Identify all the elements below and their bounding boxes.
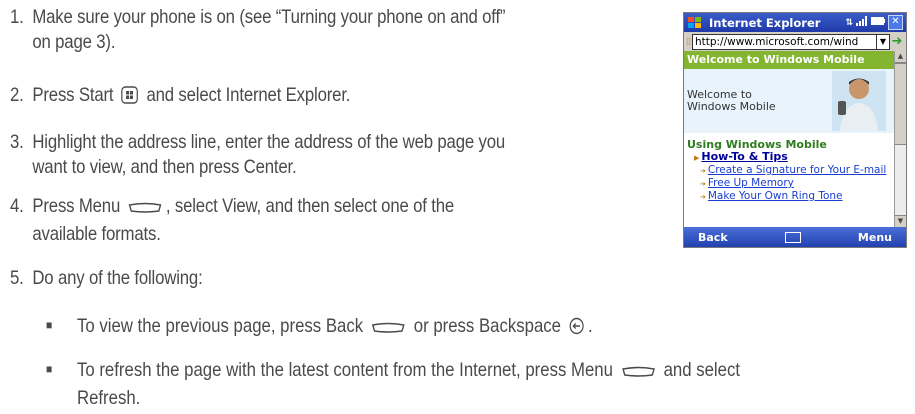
backspace-key-icon: [569, 317, 584, 342]
hero-section: Welcome to Windows Mobile: [684, 69, 894, 133]
link-label: Make Your Own Ring Tone: [707, 190, 843, 202]
softkey-bar: Back Menu: [684, 227, 906, 247]
scroll-down-icon[interactable]: ▼: [895, 215, 906, 227]
manual-page: 1. Make sure your phone is on (see “Turni…: [0, 0, 915, 414]
status-icons: ⇅ ✕: [845, 15, 903, 30]
step-text: Do any of the following:: [32, 267, 203, 289]
link-label: Create a Signature for Your E-mail: [707, 164, 887, 176]
step-text: Press Start: [32, 84, 114, 106]
menu-softkey-icon: [621, 361, 655, 386]
step-4: 4. Press Menu , select View, and then sel…: [10, 194, 454, 247]
page-icon: ▯: [686, 36, 691, 47]
step-number: 4.: [10, 195, 24, 217]
step-text-cont: available formats.: [32, 223, 161, 245]
step-2: 2. Press Start and select Internet Explor…: [10, 83, 350, 111]
link-memory[interactable]: ➔ Free Up Memory: [684, 177, 894, 190]
step-text: , select View, and then select one of th…: [165, 195, 455, 217]
step-text-cont: want to view, and then press Center.: [32, 156, 297, 178]
arrow-icon: ➔: [700, 193, 706, 201]
address-bar: ▯ http://www.microsoft.com/wind ▼ ➜: [684, 32, 906, 51]
web-page-content: Welcome to Windows Mobile Welcome to Win…: [684, 51, 894, 227]
address-input[interactable]: http://www.microsoft.com/wind ▼: [691, 33, 890, 50]
title-bar: Internet Explorer ⇅ ✕: [684, 13, 906, 32]
arrow-icon: ➔: [700, 167, 706, 175]
step-text-cont: on page 3).: [32, 31, 116, 53]
link-label: Free Up Memory: [707, 177, 794, 189]
bullet-item-2: ■ To refresh the page with the latest con…: [46, 357, 740, 411]
step-5: 5. Do any of the following:: [10, 266, 203, 291]
arrow-icon: ▶: [694, 154, 700, 162]
bullet-text-cont: Refresh.: [76, 387, 141, 409]
step-3: 3. Highlight the address line, enter the …: [10, 130, 505, 180]
step-number: 3.: [10, 131, 24, 153]
vertical-scrollbar[interactable]: ▲ ▼: [894, 51, 906, 227]
step-number: 1.: [10, 6, 24, 28]
windows-start-icon[interactable]: [687, 16, 703, 30]
how-to-link[interactable]: ▶ How-To & Tips: [684, 151, 894, 164]
step-text: Highlight the address line, enter the ad…: [32, 131, 506, 153]
phone-screenshot: Internet Explorer ⇅ ✕ ▯ http://www.micro…: [683, 12, 907, 248]
menu-softkey[interactable]: Menu: [858, 231, 892, 244]
chevron-down-icon[interactable]: ▼: [876, 34, 889, 49]
bullet-text: and select: [663, 359, 741, 381]
link-signature[interactable]: ➔ Create a Signature for Your E-mail: [684, 164, 894, 177]
person-image: [832, 71, 886, 131]
battery-icon: [871, 17, 885, 28]
step-number: 2.: [10, 84, 24, 106]
go-arrow-icon[interactable]: ➜: [890, 34, 904, 49]
back-softkey[interactable]: Back: [698, 231, 728, 244]
step-1: 1. Make sure your phone is on (see “Turni…: [10, 5, 506, 55]
bullet-item-1: ■ To view the previous page, press Back o…: [46, 313, 593, 342]
step-number: 5.: [10, 267, 24, 289]
scroll-up-icon[interactable]: ▲: [895, 51, 906, 63]
keyboard-icon[interactable]: [784, 231, 801, 243]
close-icon[interactable]: ✕: [888, 15, 903, 30]
scroll-thumb[interactable]: [895, 63, 906, 145]
link-ringtone[interactable]: ➔ Make Your Own Ring Tone: [684, 190, 894, 203]
bullet-text: .: [588, 315, 593, 337]
page-banner: Welcome to Windows Mobile: [684, 51, 894, 69]
step-text: Make sure your phone is on (see “Turning…: [32, 6, 506, 28]
link-label: How-To & Tips: [701, 150, 788, 163]
arrow-icon: ➔: [700, 180, 706, 188]
step-text: Press Menu: [32, 195, 121, 217]
data-connection-icon: ⇅: [845, 17, 853, 28]
menu-softkey-icon: [128, 197, 162, 222]
signal-icon: [856, 16, 868, 29]
step-text: and select Internet Explorer.: [146, 84, 351, 106]
hero-text: Welcome to Windows Mobile: [687, 89, 776, 113]
bullet-marker: ■: [46, 318, 53, 332]
bullet-text: To view the previous page, press Back: [76, 315, 364, 337]
start-key-icon: [121, 86, 139, 111]
bullet-text: or press Backspace: [413, 315, 562, 337]
address-value: http://www.microsoft.com/wind: [694, 35, 859, 48]
bullet-text: To refresh the page with the latest cont…: [76, 359, 613, 381]
hero-line-2: Windows Mobile: [687, 100, 776, 113]
back-softkey-icon: [371, 317, 405, 342]
window-title: Internet Explorer: [709, 15, 821, 30]
bullet-marker: ■: [46, 362, 53, 376]
